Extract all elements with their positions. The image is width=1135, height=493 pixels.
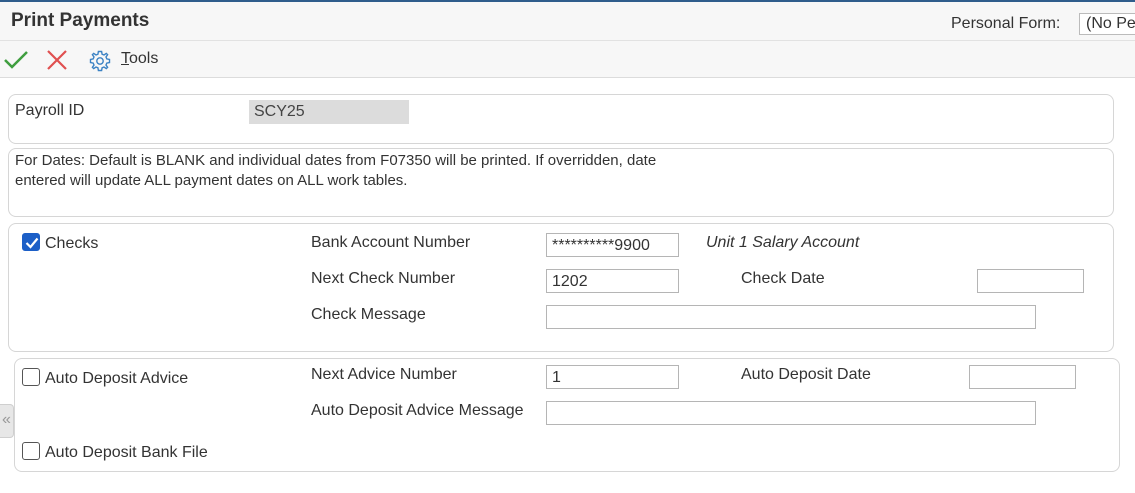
payroll-id-label: Payroll ID	[15, 102, 85, 119]
bank-account-label: Bank Account Number	[311, 234, 471, 251]
personal-form-select[interactable]: (No Pe	[1079, 13, 1135, 35]
next-check-number-label: Next Check Number	[311, 270, 456, 287]
tools-menu[interactable]: Tools	[121, 50, 158, 68]
check-date-label: Check Date	[741, 270, 825, 287]
checkbox-check-icon	[25, 237, 39, 249]
next-check-number-field[interactable]: 1202	[546, 269, 679, 293]
auto-deposit-date-field[interactable]	[969, 365, 1076, 389]
auto-deposit-message-label: Auto Deposit Advice Message	[311, 402, 524, 419]
bank-account-description: Unit 1 Salary Account	[706, 234, 860, 251]
auto-deposit-date-label: Auto Deposit Date	[741, 366, 871, 383]
double-chevron-left-icon: «	[2, 411, 11, 428]
next-advice-number-field[interactable]: 1	[546, 365, 679, 389]
personal-form-label: Personal Form:	[951, 15, 1061, 32]
auto-deposit-message-field[interactable]	[546, 401, 1036, 425]
checks-label: Checks	[45, 235, 99, 252]
close-icon[interactable]	[44, 48, 70, 72]
gear-icon[interactable]	[88, 49, 114, 73]
toolbar: Tools	[0, 41, 1135, 78]
check-message-field[interactable]	[546, 305, 1036, 329]
dates-note-line: entered will update ALL payment dates on…	[15, 172, 408, 189]
check-date-field[interactable]	[977, 269, 1084, 293]
auto-deposit-bank-file-checkbox[interactable]	[22, 442, 40, 460]
next-advice-number-label: Next Advice Number	[311, 366, 457, 383]
tools-label: ools	[129, 50, 159, 67]
payroll-id-field: SCY25	[249, 100, 409, 124]
dates-note-line: For Dates: Default is BLANK and individu…	[15, 152, 657, 169]
tools-accesskey: T	[121, 50, 129, 67]
page-title: Print Payments	[11, 10, 150, 31]
expand-sidebar-button[interactable]: «	[0, 404, 14, 438]
bank-account-field[interactable]: **********9900	[546, 233, 679, 257]
checkmark-icon[interactable]	[3, 48, 29, 72]
dates-note: For Dates: Default is BLANK and individu…	[15, 151, 735, 191]
auto-deposit-bank-file-label: Auto Deposit Bank File	[45, 444, 208, 461]
payroll-panel	[8, 94, 1114, 144]
title-bar: Print Payments Personal Form: (No Pe	[0, 0, 1135, 41]
auto-deposit-advice-label: Auto Deposit Advice	[45, 370, 189, 387]
auto-deposit-advice-checkbox[interactable]	[22, 368, 40, 386]
checks-checkbox[interactable]	[22, 233, 40, 251]
check-message-label: Check Message	[311, 306, 426, 323]
